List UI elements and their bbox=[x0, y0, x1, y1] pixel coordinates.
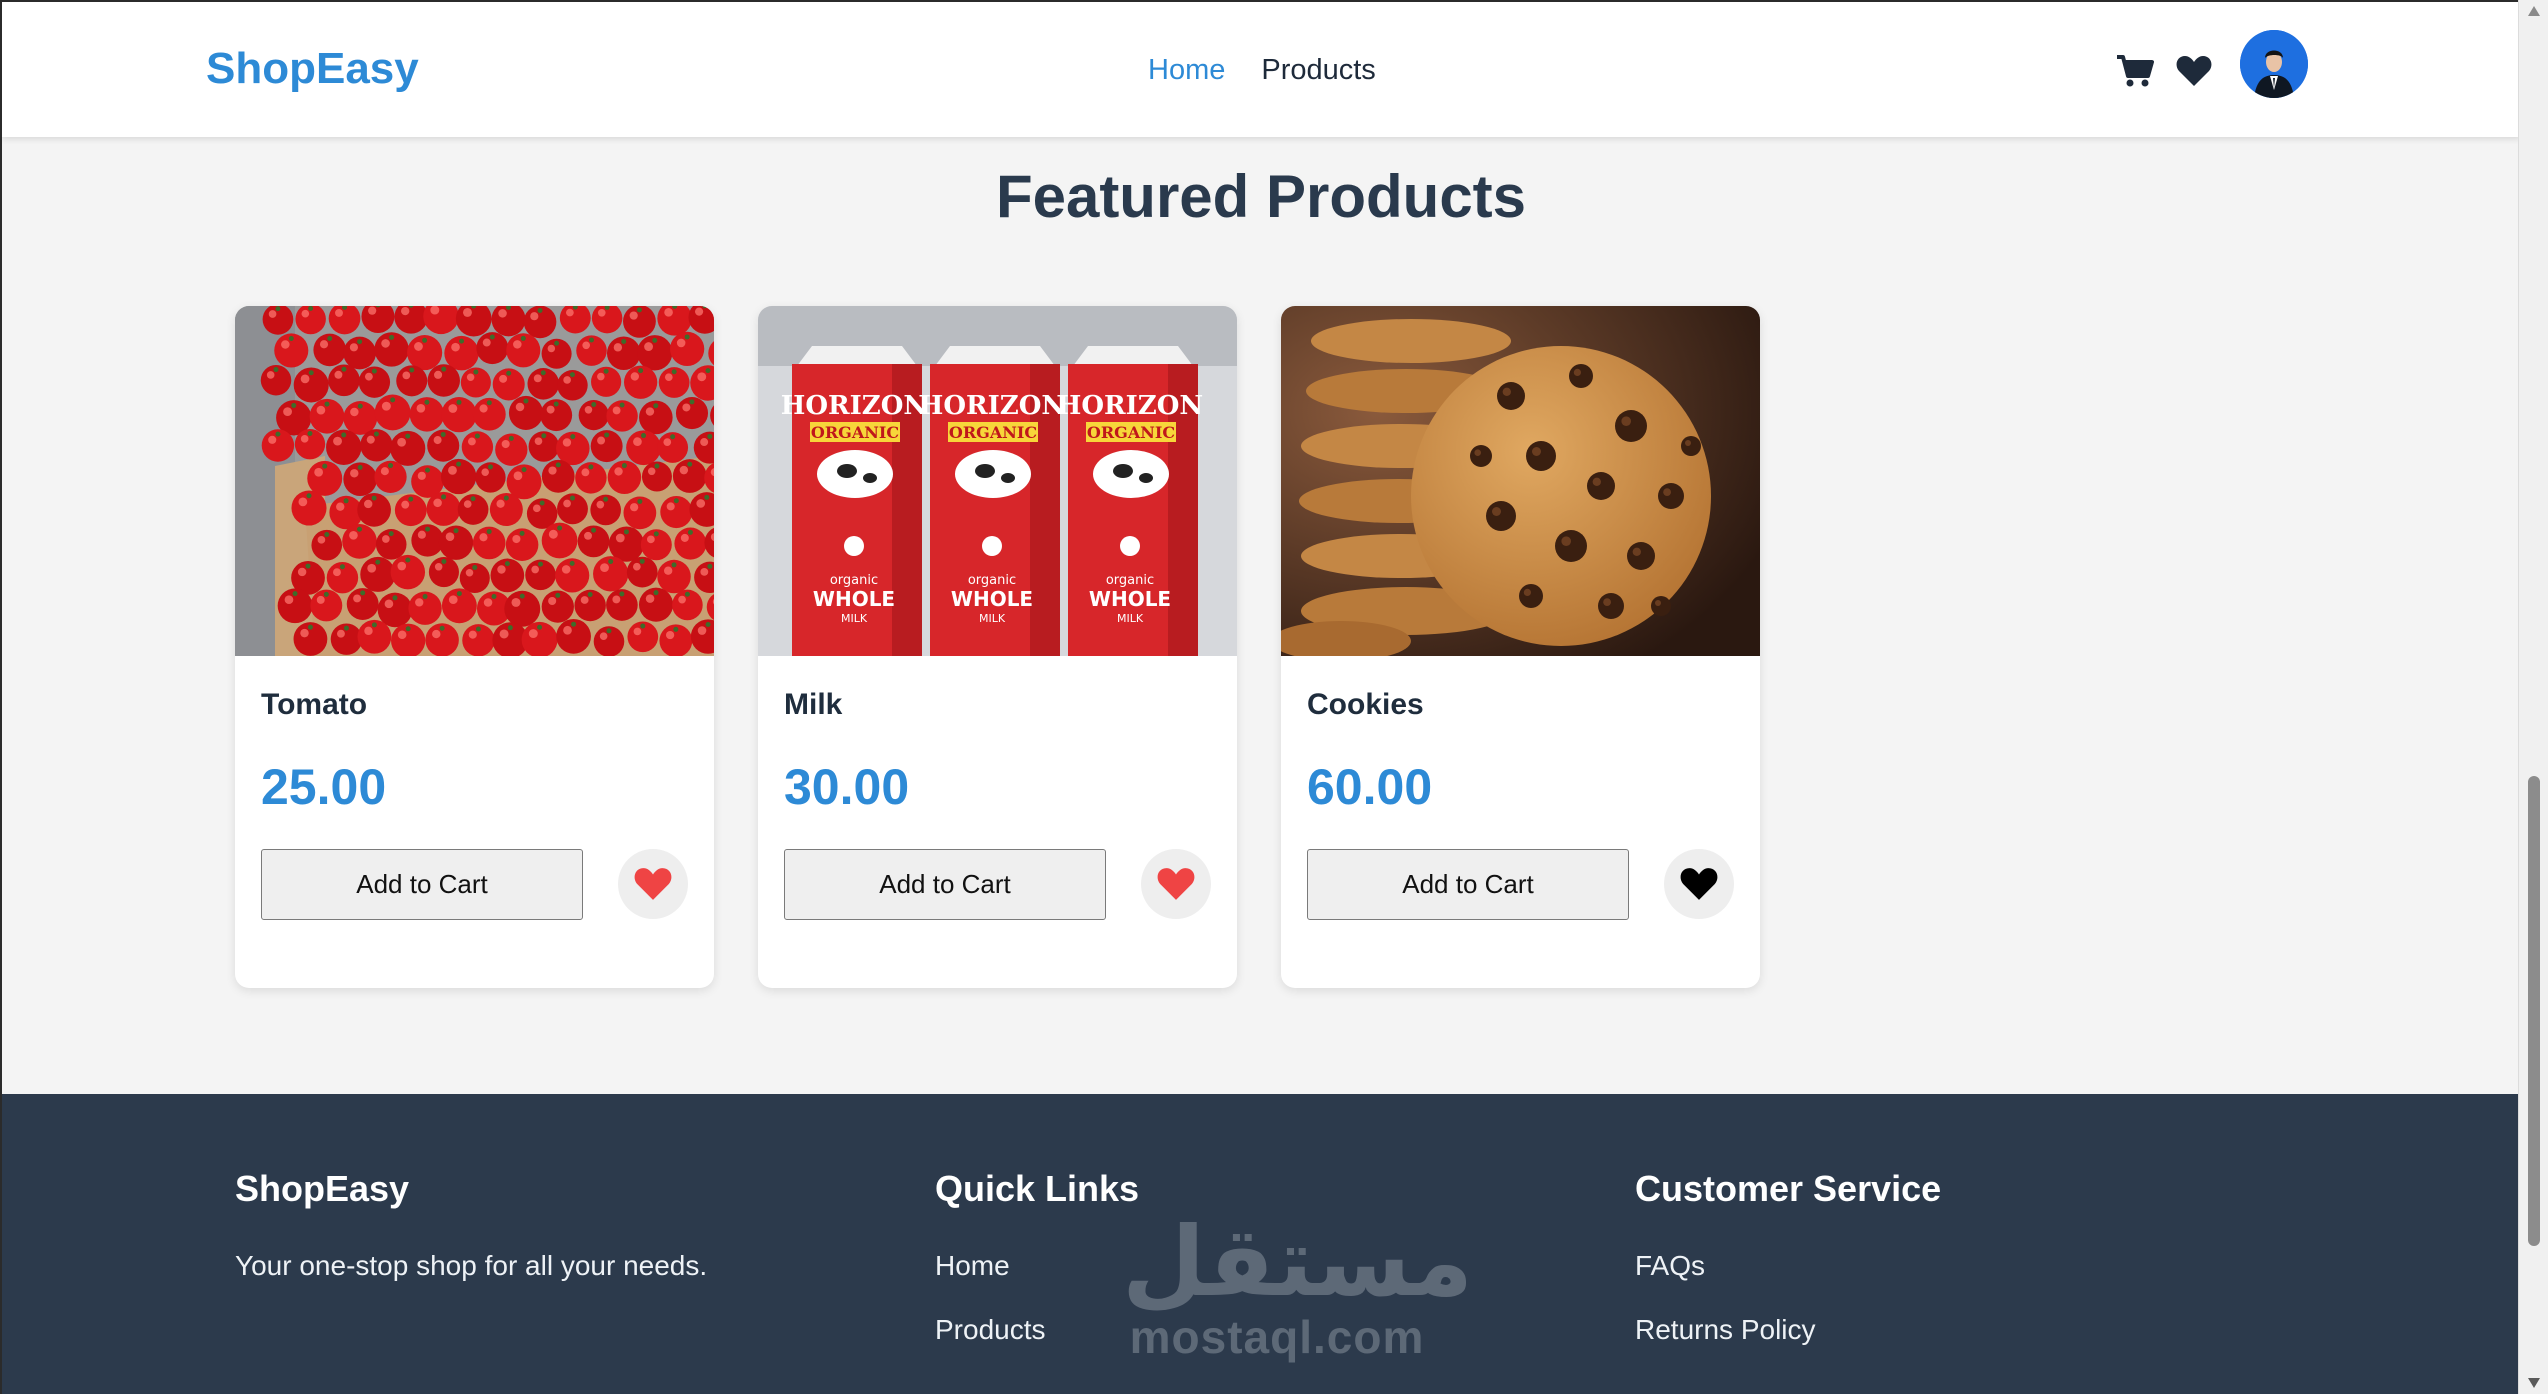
main-nav: Home Products bbox=[1148, 54, 1376, 87]
product-price: 30.00 bbox=[784, 759, 910, 815]
cart-icon[interactable] bbox=[2116, 54, 2154, 88]
footer-link-home[interactable]: Home bbox=[935, 1250, 1139, 1282]
product-card: Tomato 25.00 Add to Cart bbox=[235, 306, 714, 988]
svg-text:organic: organic bbox=[1106, 573, 1154, 588]
svg-text:WHOLE: WHOLE bbox=[813, 587, 895, 611]
favorite-button[interactable] bbox=[1141, 849, 1211, 919]
svg-text:MILK: MILK bbox=[1117, 612, 1144, 625]
footer-link-products[interactable]: Products bbox=[935, 1314, 1139, 1346]
product-price: 60.00 bbox=[1307, 759, 1433, 815]
footer-customer-service: Customer Service FAQs Returns Policy bbox=[1635, 1168, 1941, 1378]
favorite-button[interactable] bbox=[618, 849, 688, 919]
product-image-tomatoes[interactable] bbox=[235, 306, 714, 656]
product-card: Cookies 60.00 Add to Cart bbox=[1281, 306, 1760, 988]
favorite-button[interactable] bbox=[1664, 849, 1734, 919]
add-to-cart-button[interactable]: Add to Cart bbox=[1307, 849, 1629, 920]
product-grid: Tomato 25.00 Add to Cart HORIZON ORGANIC o… bbox=[235, 306, 1760, 988]
product-name: Cookies bbox=[1307, 688, 1424, 721]
footer-link-returns-policy[interactable]: Returns Policy bbox=[1635, 1314, 1941, 1346]
add-to-cart-button[interactable]: Add to Cart bbox=[784, 849, 1106, 920]
svg-text:ORGANIC: ORGANIC bbox=[949, 423, 1037, 442]
browser-viewport: ShopEasy Home Products Featured Products… bbox=[0, 0, 2518, 1394]
footer-tagline: Your one-stop shop for all your needs. bbox=[235, 1250, 708, 1281]
product-price: 25.00 bbox=[261, 759, 387, 815]
svg-text:MILK: MILK bbox=[841, 612, 868, 625]
footer-quick-links: Quick Links Home Products bbox=[935, 1168, 1139, 1378]
svg-text:organic: organic bbox=[830, 573, 878, 588]
product-card: HORIZON ORGANIC organic WHOLE MILK HORIZON ORG… bbox=[758, 306, 1237, 988]
header-actions bbox=[2116, 54, 2212, 88]
product-image-milk-cartons[interactable]: HORIZON ORGANIC organic WHOLE MILK HORIZON ORG… bbox=[758, 306, 1237, 656]
svg-text:HORIZON: HORIZON bbox=[781, 391, 927, 421]
footer-customer-service-title: Customer Service bbox=[1635, 1168, 1942, 1209]
nav-products[interactable]: Products bbox=[1261, 54, 1375, 87]
heart-icon bbox=[1680, 868, 1718, 900]
avatar[interactable] bbox=[2240, 30, 2308, 98]
heart-icon[interactable] bbox=[2176, 55, 2212, 87]
footer-brand: ShopEasy bbox=[235, 1168, 410, 1209]
product-name: Tomato bbox=[261, 688, 368, 721]
scroll-down-arrow[interactable] bbox=[2528, 1378, 2540, 1388]
svg-text:HORIZON: HORIZON bbox=[1057, 391, 1203, 421]
product-image-cookies[interactable] bbox=[1281, 306, 1760, 656]
watermark-latin: mostaql.com bbox=[1129, 1311, 1425, 1363]
site-header: ShopEasy Home Products bbox=[2, 2, 2518, 137]
heart-icon bbox=[634, 868, 672, 900]
svg-text:WHOLE: WHOLE bbox=[1089, 587, 1171, 611]
nav-home[interactable]: Home bbox=[1148, 54, 1225, 87]
heart-icon bbox=[1157, 868, 1195, 900]
product-name: Milk bbox=[784, 688, 843, 721]
svg-text:ORGANIC: ORGANIC bbox=[1087, 423, 1175, 442]
vertical-scrollbar[interactable] bbox=[2518, 0, 2548, 1394]
svg-text:MILK: MILK bbox=[979, 612, 1006, 625]
scroll-thumb[interactable] bbox=[2528, 776, 2540, 1246]
watermark: مستقل mostaql.com bbox=[1122, 1206, 1474, 1364]
brand-logo[interactable]: ShopEasy bbox=[206, 44, 419, 94]
svg-text:WHOLE: WHOLE bbox=[951, 587, 1033, 611]
add-to-cart-button[interactable]: Add to Cart bbox=[261, 849, 583, 920]
scroll-up-arrow[interactable] bbox=[2528, 6, 2540, 16]
watermark-arabic: مستقل bbox=[1122, 1206, 1474, 1318]
footer-quick-links-title: Quick Links bbox=[935, 1168, 1140, 1209]
section-title: Featured Products bbox=[995, 163, 1527, 230]
svg-text:HORIZON: HORIZON bbox=[919, 391, 1065, 421]
footer-link-faqs[interactable]: FAQs bbox=[1635, 1250, 1941, 1282]
svg-text:ORGANIC: ORGANIC bbox=[811, 423, 899, 442]
footer-about: ShopEasy Your one-stop shop for all your… bbox=[235, 1168, 707, 1282]
svg-text:organic: organic bbox=[968, 573, 1016, 588]
